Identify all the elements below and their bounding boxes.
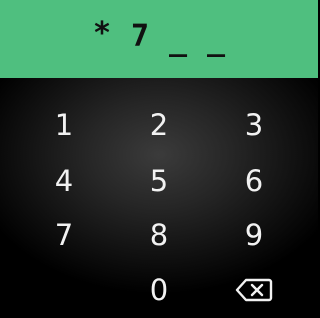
- pin-digit-4: _: [207, 23, 226, 58]
- backspace-icon: [235, 278, 273, 302]
- key-6[interactable]: 6: [224, 157, 284, 205]
- pin-digit-1: *: [93, 16, 112, 51]
- pin-digit-2: 7: [131, 19, 150, 54]
- key-0[interactable]: 0: [129, 266, 189, 314]
- key-3[interactable]: 3: [224, 101, 284, 149]
- key-7[interactable]: 7: [34, 211, 94, 259]
- key-2[interactable]: 2: [129, 101, 189, 149]
- backspace-button[interactable]: [224, 266, 284, 314]
- key-9[interactable]: 9: [224, 211, 284, 259]
- key-1[interactable]: 1: [34, 101, 94, 149]
- key-4[interactable]: 4: [34, 157, 94, 205]
- key-5[interactable]: 5: [129, 157, 189, 205]
- pin-entry-screen: * 7 _ _ 1 2 3 4 5 6 7 8 9 0: [0, 0, 318, 318]
- pin-digit-3: _: [169, 23, 188, 58]
- key-8[interactable]: 8: [129, 211, 189, 259]
- pin-display: * 7 _ _: [0, 0, 318, 78]
- numeric-keypad: 1 2 3 4 5 6 7 8 9 0: [0, 78, 318, 318]
